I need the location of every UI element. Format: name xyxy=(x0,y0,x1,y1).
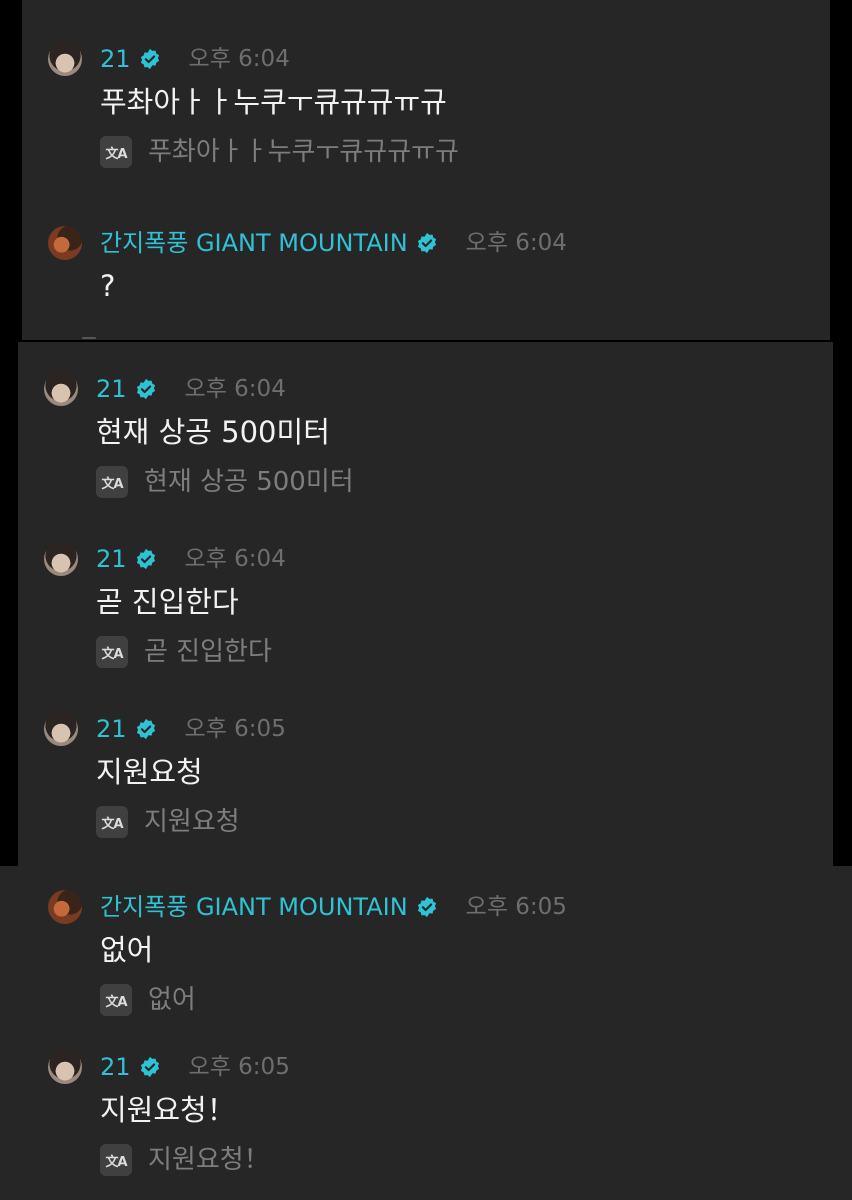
translation-text: 지원요청 xyxy=(144,807,240,837)
translation-text: 현재 상공 500미터 xyxy=(144,467,354,497)
message-header: 21 오후 6:04 xyxy=(100,44,290,74)
avatar[interactable] xyxy=(48,1050,82,1084)
verified-badge-icon xyxy=(140,48,159,70)
translate-icon[interactable]: 文A xyxy=(96,636,128,668)
translation-row[interactable]: 文A 지원요청 xyxy=(96,804,240,840)
translation-row[interactable]: 文A 지원요청！ xyxy=(100,1142,270,1178)
chat-panel: 21 오후 6:04 곧 진입한다 文A 곧 진입한다 xyxy=(18,520,833,690)
translation-row[interactable]: 文A 없어 xyxy=(100,982,196,1018)
timestamp: 오후 6:05 xyxy=(465,894,567,920)
avatar[interactable] xyxy=(48,226,82,260)
author-name[interactable]: 21 xyxy=(100,1052,131,1082)
translate-icon[interactable]: 文A xyxy=(100,136,132,168)
translation-text: 없어 xyxy=(148,985,196,1015)
verified-badge-icon xyxy=(417,896,436,918)
message-header: 간지폭풍 GIANT MOUNTAIN 오후 6:04 xyxy=(100,228,567,258)
message-header: 간지폭풍 GIANT MOUNTAIN 오후 6:05 xyxy=(100,892,567,922)
translate-icon[interactable]: 文A xyxy=(100,984,132,1016)
avatar[interactable] xyxy=(44,372,78,406)
translate-icon[interactable]: 文A xyxy=(96,806,128,838)
message-header: 21 오후 6:05 xyxy=(96,714,286,744)
chat-panel: 21 오후 6:04 푸촤아ㅏㅏ누쿠ㅜ큐규규ㅠ규 文A 푸촤아ㅏㅏ누쿠ㅜ큐규규ㅠ… xyxy=(22,0,830,340)
message-text: 현재 상공 500미터 xyxy=(96,415,330,449)
timestamp: 오후 6:05 xyxy=(184,716,286,742)
message-text: 없어 xyxy=(100,933,154,967)
verified-badge-icon xyxy=(136,718,155,740)
author-name[interactable]: 21 xyxy=(96,374,127,404)
translation-text: 푸촤아ㅏㅏ누쿠ㅜ큐규규ㅠ규 xyxy=(148,137,459,167)
translate-icon[interactable]: 文A xyxy=(96,466,128,498)
timestamp: 오후 6:04 xyxy=(184,546,286,572)
message-header: 21 오후 6:04 xyxy=(96,374,286,404)
verified-badge-icon xyxy=(417,232,436,254)
message-text: 지원요청 xyxy=(96,755,203,789)
divider xyxy=(82,337,96,339)
message-text: ? xyxy=(100,269,116,303)
translation-text: 곧 진입한다 xyxy=(144,637,272,667)
avatar[interactable] xyxy=(48,42,82,76)
author-name[interactable]: 21 xyxy=(96,714,127,744)
timestamp: 오후 6:04 xyxy=(465,230,567,256)
verified-badge-icon xyxy=(140,1056,159,1078)
avatar[interactable] xyxy=(44,712,78,746)
message-header: 21 오후 6:04 xyxy=(96,544,286,574)
message-text: 곧 진입한다 xyxy=(96,585,239,619)
avatar[interactable] xyxy=(48,890,82,924)
avatar[interactable] xyxy=(44,542,78,576)
translate-icon[interactable]: 文A xyxy=(100,1144,132,1176)
timestamp: 오후 6:04 xyxy=(184,376,286,402)
message-header: 21 오후 6:05 xyxy=(100,1052,290,1082)
message-text: 푸촤아ㅏㅏ누쿠ㅜ큐규규ㅠ규 xyxy=(100,85,447,119)
translation-row[interactable]: 文A 현재 상공 500미터 xyxy=(96,464,354,500)
timestamp: 오후 6:04 xyxy=(188,46,290,72)
author-name[interactable]: 간지폭풍 GIANT MOUNTAIN xyxy=(100,892,408,922)
author-name[interactable]: 간지폭풍 GIANT MOUNTAIN xyxy=(100,228,408,258)
translation-row[interactable]: 文A 곧 진입한다 xyxy=(96,634,272,670)
translation-text: 지원요청！ xyxy=(148,1145,270,1175)
chat-panel: 21 오후 6:05 지원요청 文A 지원요청 xyxy=(18,690,833,866)
author-name[interactable]: 21 xyxy=(100,44,131,74)
author-name[interactable]: 21 xyxy=(96,544,127,574)
timestamp: 오후 6:05 xyxy=(188,1054,290,1080)
chat-panel: 21 오후 6:04 현재 상공 500미터 文A 현재 상공 500미터 xyxy=(18,342,833,520)
message-text: 지원요청！ xyxy=(100,1093,236,1127)
verified-badge-icon xyxy=(136,548,155,570)
chat-panel: 간지폭풍 GIANT MOUNTAIN 오후 6:05 없어 文A 없어 21 … xyxy=(0,866,852,1200)
translation-row[interactable]: 文A 푸촤아ㅏㅏ누쿠ㅜ큐규규ㅠ규 xyxy=(100,134,459,170)
verified-badge-icon xyxy=(136,378,155,400)
